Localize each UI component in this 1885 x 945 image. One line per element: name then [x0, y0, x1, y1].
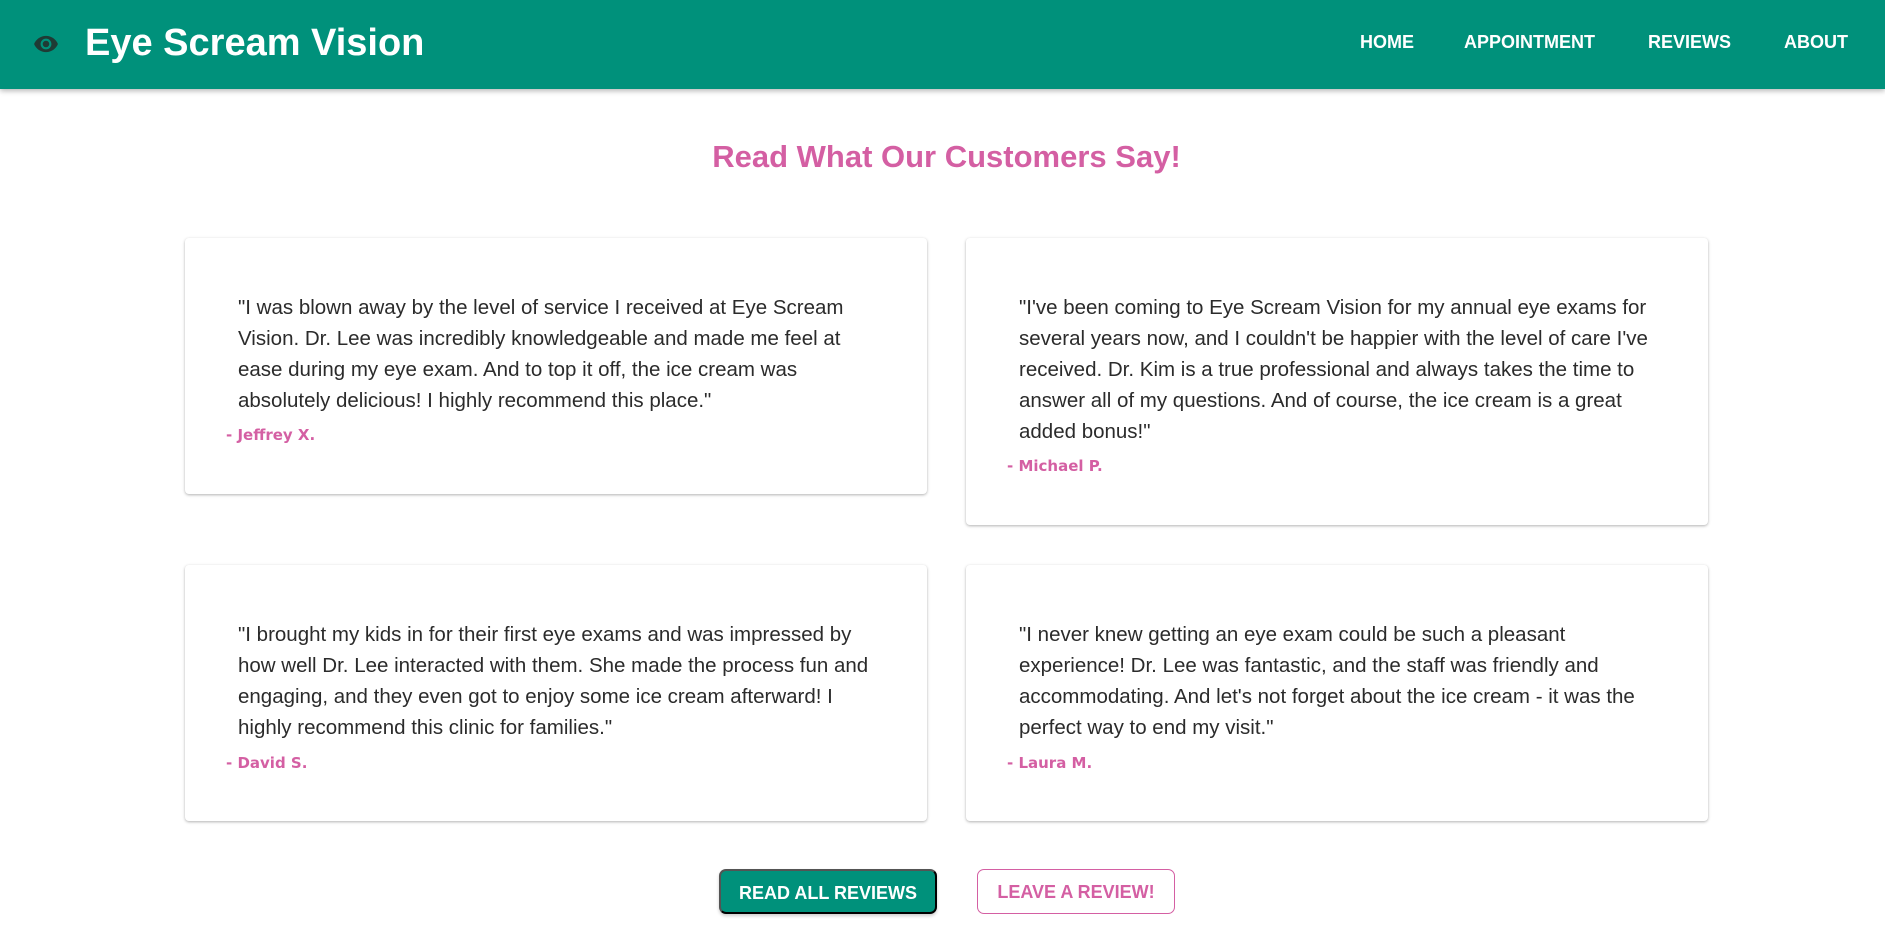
review-quote: "I never knew getting an eye exam could … [1019, 623, 1635, 739]
review-card: "I've been coming to Eye Scream Vision f… [966, 238, 1708, 525]
review-quote: "I brought my kids in for their first ey… [238, 623, 869, 739]
review-author: - Michael P. [1007, 457, 1103, 475]
review-card: "I was blown away by the level of servic… [185, 238, 927, 494]
app-bar: Eye Scream Vision HOME APPOINTMENT REVIE… [0, 0, 1885, 89]
review-author: - Laura M. [1007, 754, 1093, 772]
review-quote: "I've been coming to Eye Scream Vision f… [1019, 296, 1648, 443]
nav-reviews[interactable]: REVIEWS [1648, 30, 1731, 54]
leave-review-button[interactable]: LEAVE A REVIEW! [977, 869, 1175, 914]
review-author: - David S. [226, 754, 308, 772]
review-card: "I never knew getting an eye exam could … [966, 565, 1708, 821]
review-card: "I brought my kids in for their first ey… [185, 565, 927, 821]
nav-appointment[interactable]: APPOINTMENT [1464, 30, 1595, 54]
review-quote: "I was blown away by the level of servic… [238, 296, 844, 412]
nav-home[interactable]: HOME [1360, 30, 1414, 54]
page-title: Read What Our Customers Say! [712, 139, 1181, 174]
read-all-reviews-button[interactable]: READ ALL REVIEWS [719, 869, 937, 914]
nav-about[interactable]: ABOUT [1784, 30, 1848, 54]
eye-icon[interactable] [32, 31, 60, 57]
review-author: - Jeffrey X. [226, 426, 316, 444]
site-title[interactable]: Eye Scream Vision [85, 20, 424, 66]
